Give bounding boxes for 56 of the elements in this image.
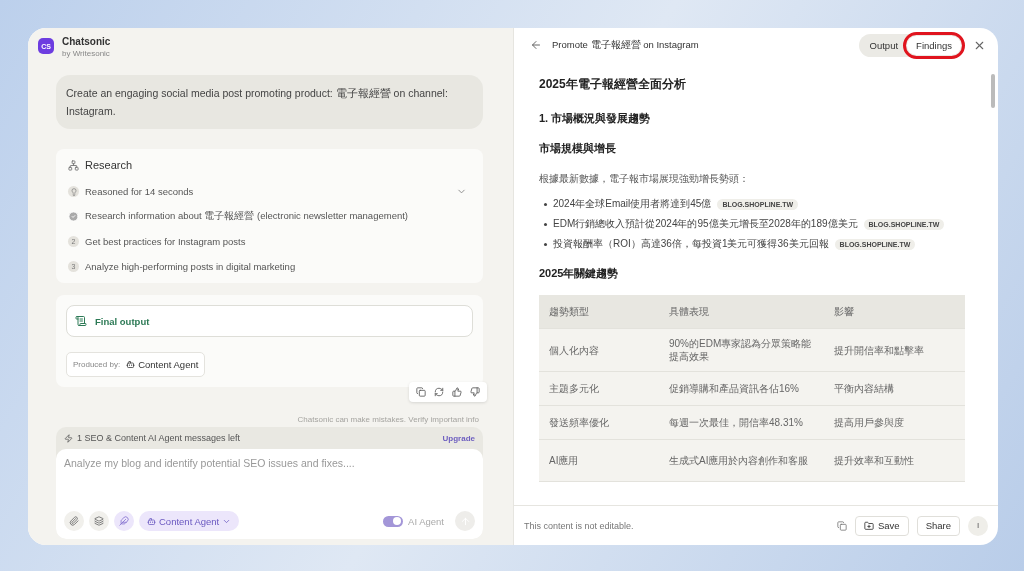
thumbs-up-icon[interactable] bbox=[452, 387, 462, 397]
produced-by-label: Produced by: bbox=[73, 360, 121, 369]
scroll-icon bbox=[75, 315, 87, 327]
view-tab[interactable]: Output bbox=[860, 35, 908, 55]
lightbulb-icon bbox=[68, 186, 79, 197]
research-step: Analyze high-performing posts in digital marketing bbox=[85, 261, 473, 272]
final-output-button[interactable]: Final output bbox=[66, 305, 473, 337]
check-icon bbox=[68, 211, 79, 222]
bullet-text: EDM行銷總收入預計從2024年的95億美元增長至2028年的189億美元 bbox=[553, 217, 858, 231]
quota-text: 1 SEO & Content AI Agent messages left bbox=[77, 433, 241, 443]
document-title: 2025年電子報經營全面分析 bbox=[539, 76, 687, 93]
ai-agent-label: AI Agent bbox=[408, 515, 444, 527]
agent-icon bbox=[147, 516, 156, 526]
agent-select[interactable]: Content Agent bbox=[139, 511, 240, 531]
footer-note: This content is not editable. bbox=[524, 520, 635, 531]
upgrade-link[interactable]: Upgrade bbox=[442, 433, 475, 443]
refresh-icon[interactable] bbox=[434, 387, 444, 397]
column-header: 趨勢類型 bbox=[539, 295, 659, 329]
bullet-text: 投資報酬率（ROI）高達36倍，每投資1美元可獲得36美元回報 bbox=[553, 237, 829, 251]
feather-button[interactable] bbox=[114, 511, 134, 531]
panel-title: Promote 電子報經營 on Instagram bbox=[552, 38, 700, 52]
bullet-text: 2024年全球Email使用者將達到45億 bbox=[553, 197, 712, 211]
layers-button[interactable] bbox=[89, 511, 109, 531]
paperclip-icon bbox=[69, 516, 79, 526]
disclaimer-text: Chatsonic can make mistakes. Verify important info bbox=[296, 415, 480, 424]
subsection-heading: 市場規模與增長 bbox=[539, 142, 617, 156]
research-step: Get best practices for Instagram posts bbox=[85, 236, 473, 247]
app-name: Chatsonic bbox=[62, 36, 111, 47]
column-header: 具體表現 bbox=[659, 295, 824, 329]
column-header: 影響 bbox=[824, 295, 965, 329]
save-button[interactable]: Save bbox=[855, 515, 909, 536]
back-icon[interactable] bbox=[530, 39, 542, 51]
ai-agent-switch[interactable] bbox=[383, 515, 404, 527]
agent-name: Content Agent bbox=[138, 359, 199, 370]
research-step: Reasoned for 14 seconds bbox=[85, 186, 450, 197]
copy-icon[interactable] bbox=[416, 387, 426, 397]
research-step: Research information about 電子報經營 (electronic newsletter management) bbox=[85, 210, 473, 223]
folder-plus-icon bbox=[864, 520, 874, 531]
copy-icon[interactable] bbox=[837, 520, 847, 531]
app-byline: by Writesonic bbox=[62, 49, 111, 58]
user-avatar[interactable]: I bbox=[968, 515, 988, 536]
layers-icon bbox=[94, 516, 104, 526]
section-heading: 1. 市場概況與發展趨勢 bbox=[539, 111, 652, 126]
agent-icon bbox=[126, 360, 136, 369]
thumbs-down-icon[interactable] bbox=[470, 387, 480, 397]
intro-text: 根據最新數據，電子報市場展現強勁增長勢頭： bbox=[539, 172, 750, 186]
share-button[interactable]: Share bbox=[916, 515, 960, 536]
research-title: Research bbox=[85, 159, 133, 171]
feather-icon bbox=[119, 516, 129, 526]
message-input[interactable]: Analyze my blog and identify potential SEO issues and fixes.... Content Agent AI Agent bbox=[56, 449, 483, 539]
attach-button[interactable] bbox=[64, 511, 84, 531]
scrollbar-thumb[interactable] bbox=[991, 74, 995, 108]
table-heading: 2025年關鍵趨勢 bbox=[539, 266, 620, 281]
network-icon bbox=[68, 159, 79, 171]
lightning-icon bbox=[64, 433, 73, 443]
user-message: Create an engaging social media post promoting product: 電子報經營 on channel: Instagram. bbox=[56, 75, 483, 129]
